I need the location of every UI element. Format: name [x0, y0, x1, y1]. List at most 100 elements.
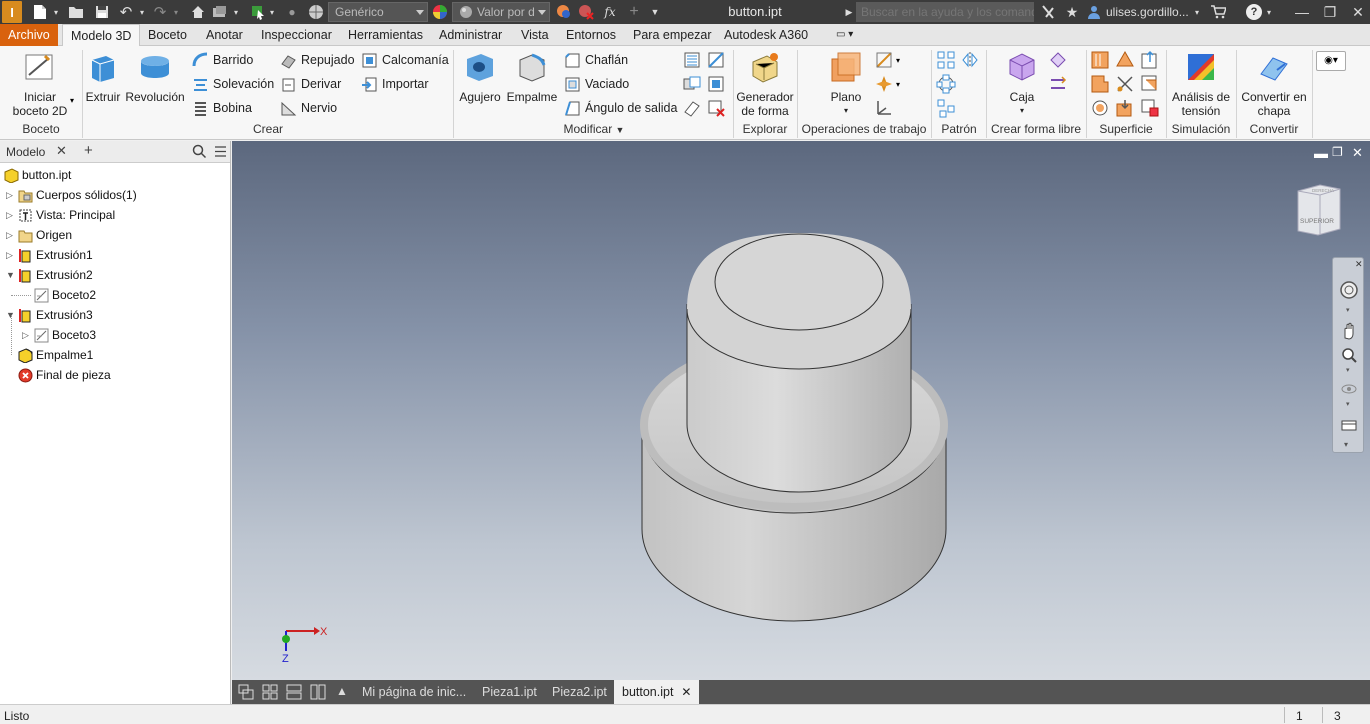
open-folder-icon[interactable] — [66, 0, 86, 24]
tab-tools[interactable]: Herramientas — [340, 24, 431, 46]
freeform-convert-icon[interactable] — [1048, 74, 1068, 94]
browser-search-icon[interactable] — [192, 144, 207, 159]
emboss-button[interactable]: Repujado — [280, 49, 355, 71]
work-point-icon[interactable] — [874, 74, 894, 94]
tab-file[interactable]: Archivo — [0, 24, 58, 46]
stitch-icon[interactable] — [1115, 50, 1135, 70]
plane-button[interactable]: Plano ▾ — [824, 50, 868, 118]
tile-windows-icon[interactable] — [262, 684, 278, 700]
tab-environments[interactable]: Entornos — [558, 24, 624, 46]
select-dropdown-icon[interactable]: ▾ — [266, 0, 278, 24]
tab-annotate[interactable]: Anotar — [198, 24, 251, 46]
appearance-color-icon[interactable] — [430, 0, 450, 24]
search-binoculars-icon[interactable] — [1038, 0, 1058, 24]
zoom-icon[interactable] — [1340, 346, 1358, 364]
tab-a360[interactable]: Autodesk A360 — [716, 24, 816, 46]
clear-appearance-icon[interactable] — [576, 0, 596, 24]
circular-pattern-icon[interactable] — [936, 74, 956, 94]
tree-item-extrusion2[interactable]: ▼ Extrusión2 — [6, 265, 93, 285]
hole-button[interactable]: Agujero — [457, 50, 503, 104]
tree-item-solid-bodies[interactable]: ▷ Cuerpos sólidos(1) — [6, 185, 137, 205]
button-part-model[interactable] — [632, 229, 962, 629]
tree-item-root[interactable]: button.ipt — [4, 165, 71, 185]
expand-arrow-icon[interactable]: ▷ — [6, 250, 16, 261]
navbar-close-icon[interactable]: ✕ — [1355, 259, 1363, 270]
convert-to-sheet-metal-button[interactable]: Convertir en chapa — [1238, 50, 1310, 118]
shape-generator-button[interactable]: Generador de forma — [735, 50, 795, 118]
customize-quick-access-icon[interactable]: ▼ — [646, 0, 664, 24]
orbit-dropdown-icon[interactable]: ▾ — [1346, 400, 1350, 408]
ribbon-display-options-icon[interactable]: ▭ ▾ — [828, 24, 861, 46]
undo-dropdown-icon[interactable]: ▾ — [136, 0, 148, 24]
derive-button[interactable]: Derivar — [280, 73, 341, 95]
start-sketch-dropdown-icon[interactable]: ▾ — [70, 96, 74, 105]
delete-face-icon[interactable] — [706, 98, 726, 118]
browser-tab-model[interactable]: Modelo — [6, 145, 45, 159]
expand-arrow-icon[interactable]: ▷ — [6, 230, 16, 241]
tree-item-end-of-part[interactable]: Final de pieza — [18, 365, 111, 385]
tree-item-fillet1[interactable]: Empalme1 — [18, 345, 93, 365]
tab-list-up-icon[interactable]: ▲ — [336, 684, 348, 698]
import-button[interactable]: Importar — [361, 73, 429, 95]
zoom-dropdown-icon[interactable]: ▾ — [1346, 366, 1350, 374]
fillet-button[interactable]: Empalme — [505, 50, 559, 104]
pan-hand-icon[interactable] — [1340, 322, 1358, 340]
home-icon[interactable] — [188, 0, 208, 24]
orbit-icon[interactable] — [1340, 380, 1358, 398]
thread-icon[interactable] — [682, 50, 702, 70]
close-window-icon[interactable]: ✕ — [1344, 0, 1370, 24]
doc-tab-pieza2[interactable]: Pieza2.ipt — [544, 680, 615, 704]
tab-view[interactable]: Vista — [513, 24, 557, 46]
globe-icon[interactable] — [306, 0, 326, 24]
thicken-offset-icon[interactable] — [1090, 50, 1110, 70]
tab-sketch[interactable]: Boceto — [140, 24, 195, 46]
split-icon[interactable] — [706, 50, 726, 70]
new-dropdown-icon[interactable]: ▾ — [50, 0, 62, 24]
draft-button[interactable]: Ángulo de salida — [564, 97, 677, 119]
replace-face-icon[interactable] — [1090, 98, 1110, 118]
undo-icon[interactable]: ↶ — [116, 0, 136, 24]
tab-get-started[interactable]: Para empezar — [625, 24, 720, 46]
inventor-logo-icon[interactable]: I — [2, 1, 22, 23]
shell-button[interactable]: Vaciado — [564, 73, 629, 95]
save-icon[interactable] — [92, 0, 112, 24]
tree-item-extrusion1[interactable]: ▷ Extrusión1 — [6, 245, 93, 265]
decal-button[interactable]: Calcomanía — [361, 49, 449, 71]
repair-bodies-icon[interactable] — [1115, 98, 1135, 118]
tab-3d-model[interactable]: Modelo 3D — [62, 24, 141, 47]
adjust-appearance-icon[interactable] — [554, 0, 574, 24]
expand-arrow-icon[interactable]: ▷ — [22, 330, 32, 341]
sweep-button[interactable]: Barrido — [192, 49, 253, 71]
graphics-viewport[interactable]: ▬ ❐ ✕ SUPERIOR DERECHA ✕ ▾ ▾ ▾ ▾ X Z — [232, 141, 1370, 680]
browser-add-icon[interactable]: + — [84, 142, 93, 159]
help-search-expand-icon[interactable]: ▶ — [842, 0, 856, 24]
work-point-dropdown-icon[interactable]: ▾ — [896, 80, 900, 89]
rib-button[interactable]: Nervio — [280, 97, 337, 119]
redo-icon[interactable]: ↷ — [150, 0, 170, 24]
doc-tab-home[interactable]: Mi página de inic... — [354, 680, 474, 704]
cart-icon[interactable] — [1208, 0, 1228, 24]
user-icon[interactable] — [1086, 0, 1102, 24]
doc-tab-close-icon[interactable]: ✕ — [681, 680, 691, 704]
work-axis-icon[interactable] — [874, 50, 894, 70]
user-name[interactable]: ulises.gordillo... — [1106, 0, 1189, 24]
parameters-fx-icon[interactable]: fx — [600, 0, 620, 24]
user-dropdown-icon[interactable]: ▾ — [1192, 0, 1202, 24]
doc-tab-pieza1[interactable]: Pieza1.ipt — [474, 680, 545, 704]
browser-close-icon[interactable]: ✕ — [56, 143, 67, 159]
loft-button[interactable]: Solevación — [192, 73, 274, 95]
mirror-icon[interactable] — [960, 50, 980, 70]
combine-icon[interactable] — [682, 74, 702, 94]
freeform-edit-icon[interactable] — [1048, 50, 1068, 70]
object-visibility-icon[interactable]: ● — [282, 0, 302, 24]
update-icon[interactable] — [210, 0, 230, 24]
update-dropdown-icon[interactable]: ▾ — [230, 0, 242, 24]
collapse-arrow-icon[interactable]: ▼ — [6, 270, 16, 280]
revolve-button[interactable]: Revolución — [124, 50, 186, 104]
select-icon[interactable] — [248, 0, 268, 24]
material-dropdown[interactable]: Genérico — [328, 2, 428, 22]
tree-item-sketch3[interactable]: ▷ Boceto3 — [22, 325, 96, 345]
ribbon-options-dropdown-icon[interactable]: ◉▾ — [1316, 51, 1346, 71]
appearance-dropdown[interactable]: Valor por d — [452, 2, 550, 22]
sketch-driven-pattern-icon[interactable] — [936, 98, 956, 118]
